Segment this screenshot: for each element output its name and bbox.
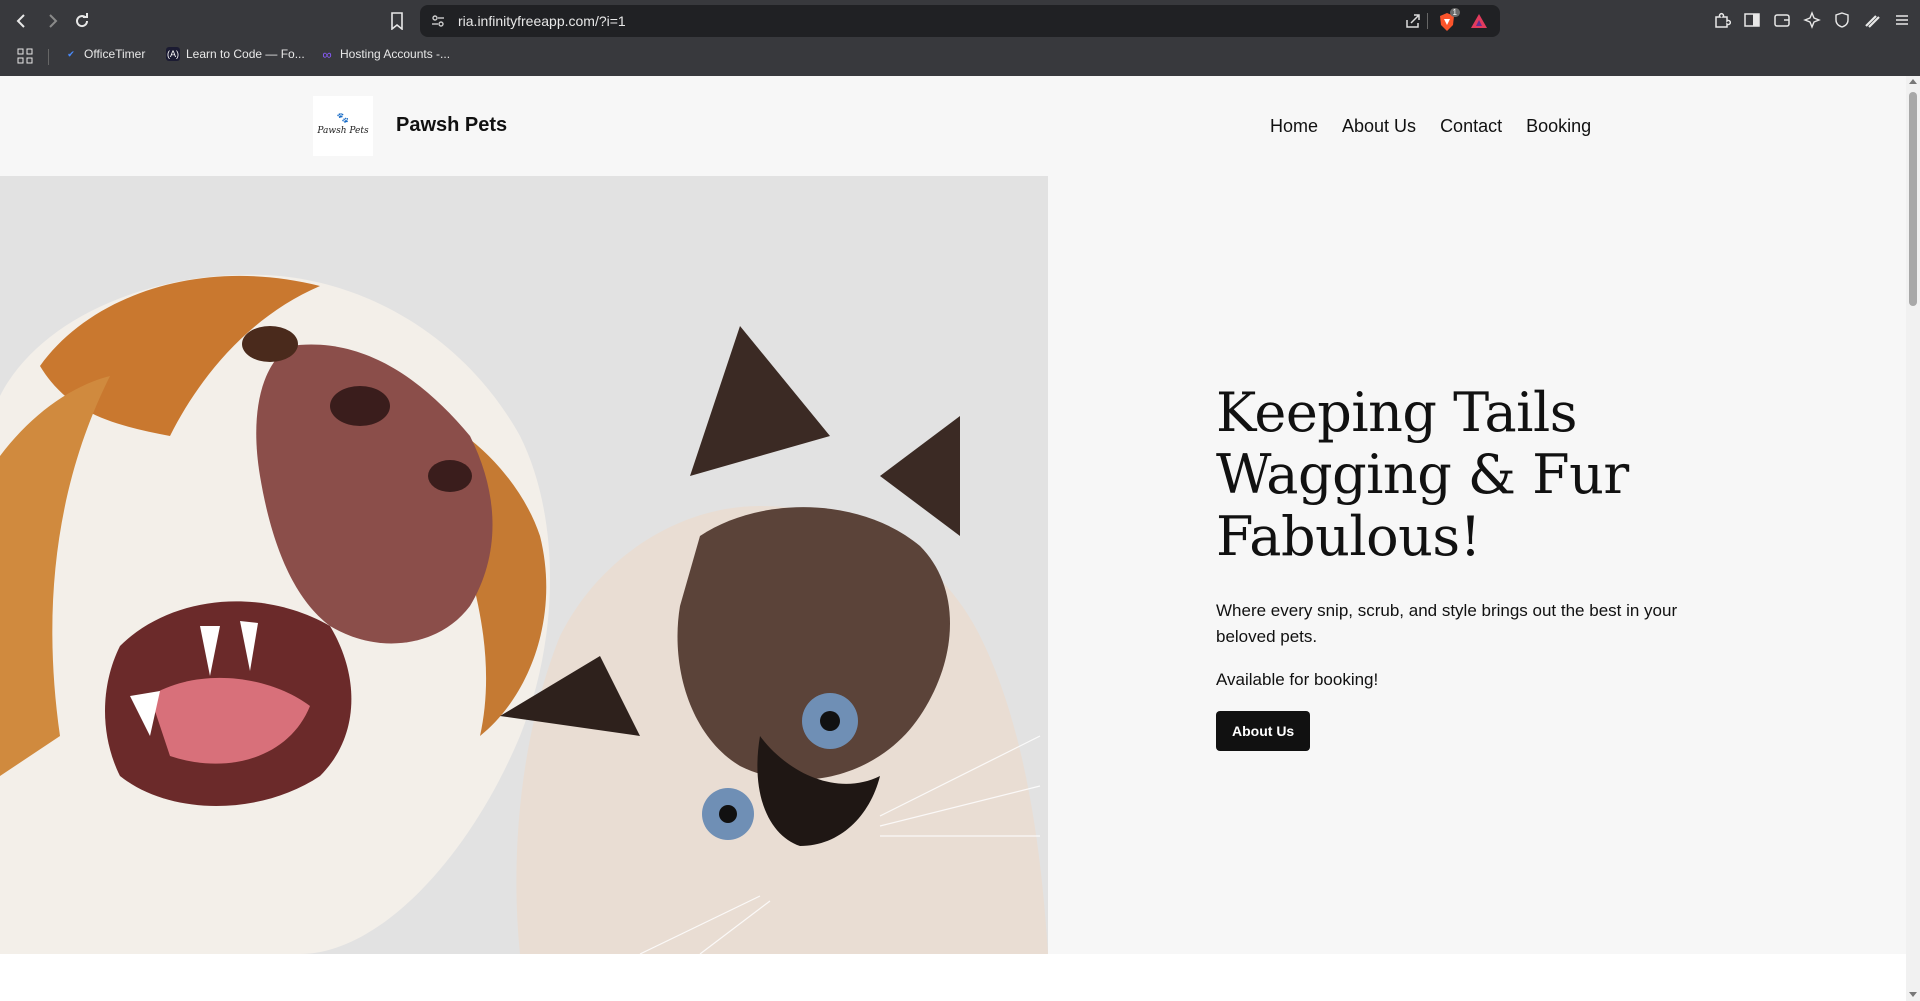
site-logo[interactable]: 🐾 Pawsh Pets: [313, 96, 373, 156]
back-button[interactable]: [10, 9, 34, 33]
divider: [1427, 13, 1428, 29]
nav-contact[interactable]: Contact: [1440, 116, 1502, 137]
browser-chrome: ria.infinityfreeapp.com/?i=1 1 ✔ OfficeT…: [0, 0, 1920, 76]
sidebar-icon: [1744, 13, 1760, 27]
sparkle-icon: [1803, 11, 1821, 29]
bookmark-officetimer[interactable]: ✔ OfficeTimer: [64, 47, 145, 61]
hero-title: Keeping Tails Wagging & Fur Fabulous!: [1216, 382, 1736, 568]
leo-ai-button[interactable]: [1802, 10, 1822, 30]
extensions-button[interactable]: [1712, 10, 1732, 30]
bookmark-hosting-accounts[interactable]: ∞ Hosting Accounts -...: [320, 46, 451, 62]
shield-icon: [1835, 12, 1849, 28]
hero-title-line: Fabulous!: [1216, 505, 1481, 568]
bookmark-label: OfficeTimer: [84, 47, 146, 61]
nav-about-us[interactable]: About Us: [1342, 116, 1416, 137]
hero-image: [0, 176, 1048, 954]
bookmark-icon: [391, 12, 403, 30]
site-settings-icon[interactable]: [430, 13, 446, 29]
pen-icon: [1865, 15, 1880, 28]
scroll-up-arrow-icon[interactable]: [1909, 79, 1917, 84]
brave-rewards-icon[interactable]: [1470, 12, 1488, 30]
hero-section: Keeping Tails Wagging & Fur Fabulous! Wh…: [0, 176, 1906, 954]
sidebar-button[interactable]: [1742, 10, 1762, 30]
address-bar[interactable]: ria.infinityfreeapp.com/?i=1 1: [420, 5, 1500, 37]
page-viewport: 🐾 Pawsh Pets Pawsh Pets Home About Us Co…: [0, 76, 1906, 1001]
pen-extension-button[interactable]: [1862, 10, 1882, 30]
forward-button[interactable]: [40, 9, 64, 33]
hero-description: Where every snip, scrub, and style bring…: [1216, 601, 1678, 646]
reload-button[interactable]: [70, 9, 94, 33]
wallet-icon: [1774, 14, 1790, 27]
hero-availability: Available for booking!: [1216, 670, 1379, 689]
shield-count-badge: 1: [1449, 8, 1460, 17]
nav-home[interactable]: Home: [1270, 116, 1318, 137]
bookmark-page-button[interactable]: [386, 10, 408, 32]
next-section: [0, 954, 1906, 1001]
reload-icon: [76, 13, 89, 28]
check-icon: ✔: [67, 48, 75, 59]
about-us-button[interactable]: About Us: [1216, 711, 1311, 751]
bookmark-label: Hosting Accounts -...: [340, 47, 451, 61]
paw-icon: 🐾: [336, 113, 350, 124]
logo-text: Pawsh Pets: [317, 126, 369, 136]
scroll-down-arrow-icon[interactable]: [1909, 992, 1917, 997]
site-title[interactable]: Pawsh Pets: [396, 114, 507, 137]
hero-title-line: Keeping Tails: [1216, 381, 1577, 444]
bookmark-label: Learn to Code — Fo...: [186, 47, 305, 61]
vpn-button[interactable]: [1832, 10, 1852, 30]
nav-booking[interactable]: Booking: [1526, 116, 1591, 137]
forward-arrow-icon: [49, 14, 58, 28]
scroll-thumb[interactable]: [1909, 92, 1917, 306]
browser-toolbar: ria.infinityfreeapp.com/?i=1 1: [0, 0, 1920, 42]
dog-and-cat-photo: [0, 176, 1048, 954]
wallet-button[interactable]: [1772, 10, 1792, 30]
menu-button[interactable]: [1892, 10, 1912, 30]
hero-copy: Keeping Tails Wagging & Fur Fabulous! Wh…: [1216, 382, 1736, 751]
bookmarks-divider: [48, 49, 49, 65]
puzzle-icon: [1715, 12, 1731, 28]
back-arrow-icon: [16, 14, 25, 28]
hamburger-icon: [1896, 15, 1908, 25]
infinity-icon: ∞: [322, 46, 332, 62]
page-scrollbar[interactable]: [1906, 76, 1920, 1001]
apps-grid-icon[interactable]: [16, 47, 34, 65]
freecodecamp-icon: (A): [166, 47, 180, 61]
url-text[interactable]: ria.infinityfreeapp.com/?i=1: [458, 13, 626, 29]
bookmarks-bar: ✔ OfficeTimer (A) Learn to Code — Fo... …: [0, 44, 1920, 68]
extension-icons: [1712, 10, 1912, 30]
site-header: 🐾 Pawsh Pets Pawsh Pets Home About Us Co…: [0, 76, 1906, 176]
bookmark-freecodecamp[interactable]: (A) Learn to Code — Fo...: [166, 47, 305, 61]
hero-title-line: Wagging & Fur: [1216, 443, 1629, 506]
main-nav: Home About Us Contact Booking: [1270, 116, 1591, 137]
share-icon[interactable]: [1404, 12, 1422, 30]
